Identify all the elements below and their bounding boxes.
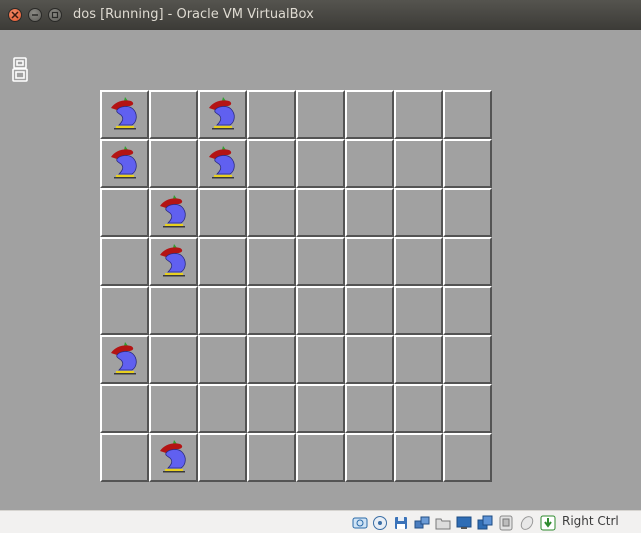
display-icon[interactable] <box>456 515 472 531</box>
board-square[interactable] <box>443 433 492 482</box>
board-square[interactable] <box>443 286 492 335</box>
knight-icon <box>111 146 137 179</box>
board-square[interactable] <box>198 237 247 286</box>
board-square[interactable] <box>345 384 394 433</box>
board-square[interactable] <box>198 139 247 188</box>
board-square[interactable] <box>345 188 394 237</box>
mouse-integration-icon[interactable] <box>519 515 535 531</box>
board-square[interactable] <box>149 237 198 286</box>
board-square[interactable] <box>345 237 394 286</box>
board-square[interactable] <box>443 90 492 139</box>
board-square[interactable] <box>247 188 296 237</box>
board-square[interactable] <box>198 188 247 237</box>
optical-drive-icon[interactable] <box>372 515 388 531</box>
board-square[interactable] <box>100 90 149 139</box>
host-key-label: Right Ctrl <box>562 514 619 528</box>
usb-icon[interactable] <box>498 515 514 531</box>
board-square[interactable] <box>247 90 296 139</box>
board-square[interactable] <box>394 90 443 139</box>
virtualbox-window: dos [Running] - Oracle VM VirtualBox Rig… <box>0 0 641 533</box>
board-square[interactable] <box>149 384 198 433</box>
queen-counter-digit <box>12 57 28 82</box>
board-square[interactable] <box>345 335 394 384</box>
knight-icon <box>160 244 186 277</box>
board-square[interactable] <box>100 237 149 286</box>
board-square[interactable] <box>394 335 443 384</box>
board-square[interactable] <box>443 139 492 188</box>
guest-screen[interactable] <box>0 30 641 510</box>
board-square[interactable] <box>149 433 198 482</box>
board-square[interactable] <box>394 286 443 335</box>
knight-icon <box>111 97 137 130</box>
board-square[interactable] <box>100 433 149 482</box>
board-square[interactable] <box>296 139 345 188</box>
board-square[interactable] <box>247 384 296 433</box>
board-square[interactable] <box>345 286 394 335</box>
board-square[interactable] <box>198 335 247 384</box>
board-square[interactable] <box>198 384 247 433</box>
board-square[interactable] <box>100 384 149 433</box>
knight-icon <box>160 440 186 473</box>
board-square[interactable] <box>394 237 443 286</box>
board-square[interactable] <box>149 335 198 384</box>
minimize-button[interactable] <box>28 8 42 22</box>
network-icon[interactable] <box>414 515 430 531</box>
video-capture-icon[interactable] <box>477 515 493 531</box>
board-square[interactable] <box>345 90 394 139</box>
board-square[interactable] <box>394 139 443 188</box>
board-square[interactable] <box>247 286 296 335</box>
board-square[interactable] <box>443 335 492 384</box>
chess-board <box>100 90 492 482</box>
knight-icon <box>209 97 235 130</box>
board-square[interactable] <box>296 237 345 286</box>
board-square[interactable] <box>345 433 394 482</box>
board-square[interactable] <box>100 139 149 188</box>
board-square[interactable] <box>247 335 296 384</box>
board-square[interactable] <box>198 286 247 335</box>
board-square[interactable] <box>100 335 149 384</box>
board-square[interactable] <box>296 335 345 384</box>
minimize-icon <box>32 14 38 16</box>
board-square[interactable] <box>198 90 247 139</box>
board-square[interactable] <box>443 384 492 433</box>
board-square[interactable] <box>198 433 247 482</box>
board-square[interactable] <box>100 286 149 335</box>
floppy-icon[interactable] <box>393 515 409 531</box>
board-square[interactable] <box>247 433 296 482</box>
knight-icon <box>209 146 235 179</box>
maximize-button[interactable] <box>48 8 62 22</box>
board-square[interactable] <box>394 384 443 433</box>
hard-disk-icon[interactable] <box>352 515 368 531</box>
board-square[interactable] <box>296 188 345 237</box>
board-square[interactable] <box>247 237 296 286</box>
knight-icon <box>160 195 186 228</box>
board-square[interactable] <box>443 188 492 237</box>
board-square[interactable] <box>149 286 198 335</box>
keyboard-capture-icon[interactable] <box>540 515 556 531</box>
status-bar: Right Ctrl <box>0 510 641 533</box>
board-square[interactable] <box>296 433 345 482</box>
board-square[interactable] <box>296 286 345 335</box>
shared-folders-icon[interactable] <box>435 515 451 531</box>
board-square[interactable] <box>296 384 345 433</box>
board-square[interactable] <box>394 433 443 482</box>
board-square[interactable] <box>345 139 394 188</box>
knight-icon <box>111 342 137 375</box>
maximize-icon <box>51 11 59 19</box>
board-square[interactable] <box>247 139 296 188</box>
board-square[interactable] <box>149 139 198 188</box>
board-square[interactable] <box>394 188 443 237</box>
board-square[interactable] <box>149 188 198 237</box>
title-bar[interactable]: dos [Running] - Oracle VM VirtualBox <box>0 0 641 30</box>
board-square[interactable] <box>443 237 492 286</box>
board-square[interactable] <box>149 90 198 139</box>
close-button[interactable] <box>8 8 22 22</box>
window-title: dos [Running] - Oracle VM VirtualBox <box>73 7 314 22</box>
board-square[interactable] <box>100 188 149 237</box>
board-square[interactable] <box>296 90 345 139</box>
close-icon <box>11 11 19 19</box>
